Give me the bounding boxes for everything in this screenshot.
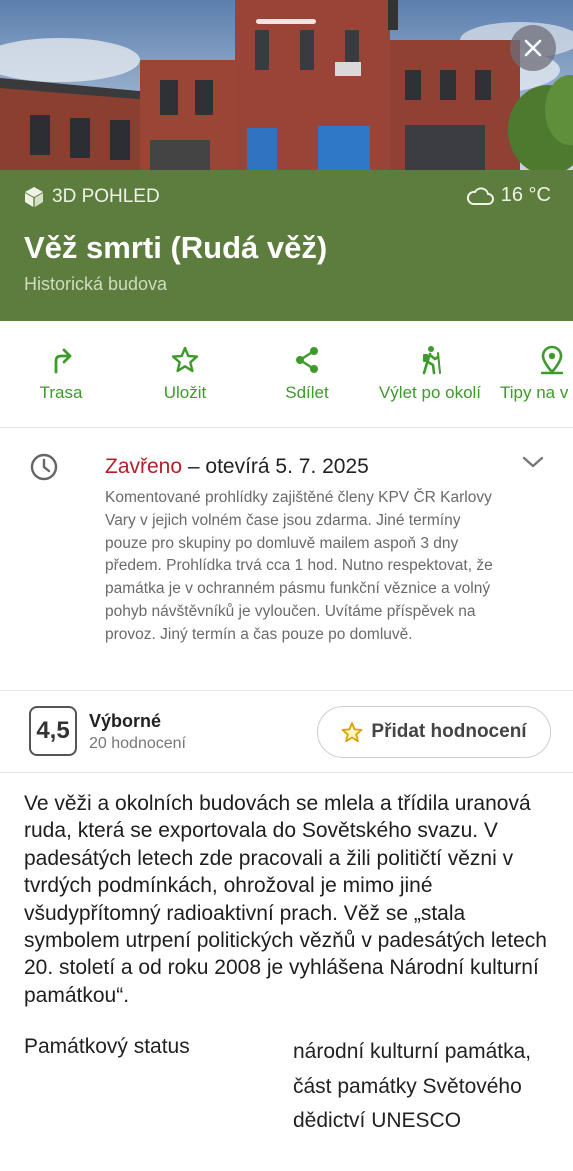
share-icon	[296, 347, 318, 373]
building-photo	[0, 0, 573, 170]
opening-hours-section[interactable]: Zavřeno – otevírá 5. 7. 2025 Komentované…	[0, 428, 573, 691]
place-header: 3D POHLED 16 °C Věž smrti (Rudá věž) His…	[0, 170, 573, 321]
save-label: Uložit	[163, 383, 207, 402]
star-icon	[171, 346, 199, 373]
route-label: Trasa	[39, 383, 83, 402]
star-outline-icon	[342, 722, 363, 743]
location-pin-icon	[540, 345, 564, 375]
rating-count[interactable]: 20 hodnocení	[89, 735, 186, 753]
rating-word: Výborné	[89, 711, 162, 731]
cloud-icon	[466, 186, 494, 205]
add-rating-button[interactable]: Přidat hodnocení	[317, 706, 551, 758]
close-icon	[524, 39, 542, 57]
opening-hours-note: Komentované prohlídky zajištěné členy KP…	[105, 489, 493, 643]
monument-status-value: národní kulturní památka, část památky S…	[293, 1040, 532, 1133]
chevron-down-icon[interactable]	[520, 453, 546, 471]
place-title: Věž smrti (Rudá věž)	[24, 230, 328, 265]
cube-icon	[25, 187, 43, 207]
place-description: Ve věži a okolních budovách se mlela a t…	[24, 792, 547, 1007]
rating-score: 4,5	[29, 706, 77, 756]
trip-nearby-label: Výlet po okolí	[378, 383, 482, 402]
opening-status: Zavřeno – otevírá 5. 7. 2025	[105, 455, 369, 479]
rating-section: 4,5 Výborné 20 hodnocení Přidat hodnocen…	[0, 691, 573, 773]
add-rating-label: Přidat hodnocení	[371, 721, 527, 742]
share-button[interactable]: Sdílet	[272, 345, 342, 403]
hiker-icon	[422, 346, 441, 375]
close-button[interactable]	[510, 25, 556, 71]
route-icon	[54, 348, 72, 374]
temperature: 16 °C	[500, 184, 551, 206]
tips-button[interactable]: Tipy na v	[500, 345, 573, 403]
view-3d-label: 3D POHLED	[52, 186, 160, 207]
weather-info: 16 °C	[466, 184, 551, 207]
route-button[interactable]: Trasa	[26, 345, 96, 403]
save-button[interactable]: Uložit	[150, 345, 220, 403]
place-category: Historická budova	[24, 274, 168, 294]
closed-status: Zavřeno	[105, 455, 183, 478]
opening-date: – otevírá 5. 7. 2025	[182, 455, 369, 478]
share-label: Sdílet	[285, 383, 329, 402]
tips-label: Tipy na v	[500, 383, 569, 402]
hero-photo[interactable]	[0, 0, 573, 170]
view-3d-button[interactable]: 3D POHLED	[24, 186, 160, 208]
trip-nearby-button[interactable]: Výlet po okolí	[370, 345, 490, 403]
monument-status-label: Památkový status	[24, 1035, 190, 1058]
clock-icon	[30, 453, 58, 481]
action-bar: Trasa Uložit Sdílet Výlet po okolí Tipy …	[0, 321, 573, 428]
drag-handle[interactable]	[256, 19, 316, 24]
